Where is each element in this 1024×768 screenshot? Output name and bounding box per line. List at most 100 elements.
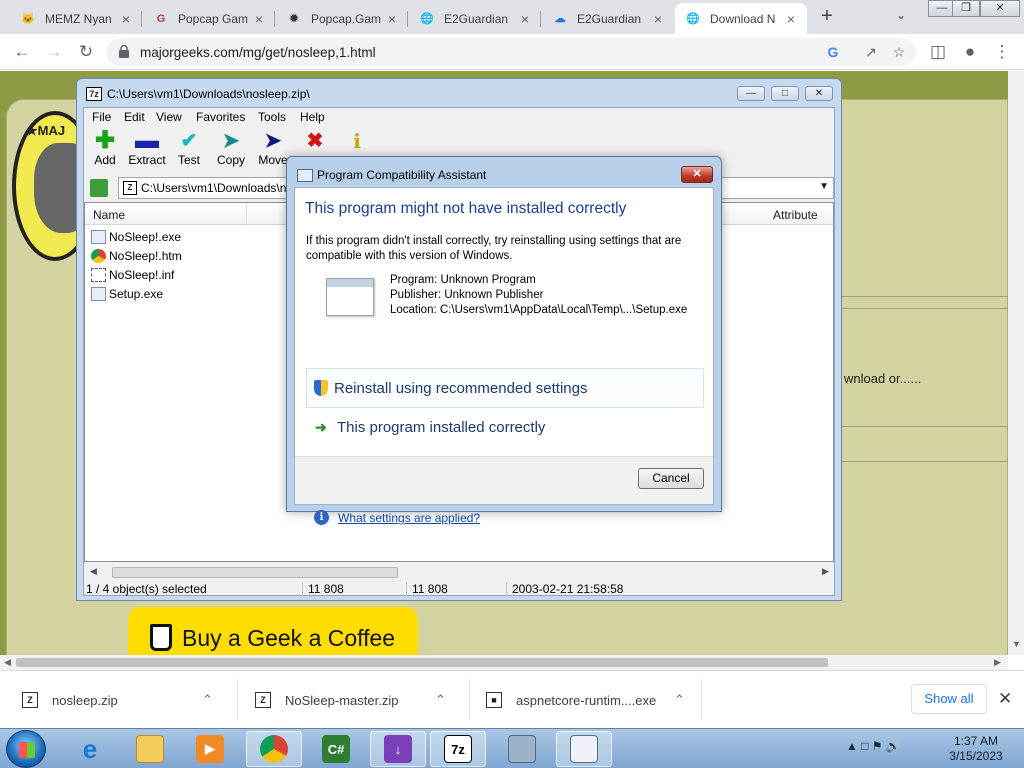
reload-button[interactable]: ↻ (74, 40, 98, 64)
extract-button[interactable]: ▬ Extract (124, 129, 170, 168)
horizontal-scroll-thumb[interactable] (16, 658, 828, 667)
tab-download-active[interactable]: 🌐 Download N × (675, 3, 807, 34)
close-icon[interactable]: × (251, 11, 267, 27)
menu-edit[interactable]: Edit (124, 110, 145, 124)
delete-button[interactable]: ✖ (292, 130, 338, 152)
installed-correctly-option[interactable]: ➜ This program installed correctly (306, 411, 704, 447)
tab-popcap-1[interactable]: G Popcap Gam × (143, 3, 275, 34)
download-item-nosleep-zip[interactable]: Z nosleep.zip ⌃ (22, 671, 213, 729)
menu-view[interactable]: View (156, 110, 182, 124)
start-button[interactable] (6, 730, 46, 768)
close-icon[interactable]: × (517, 11, 533, 27)
file-row[interactable]: NoSleep!.inf (91, 265, 174, 284)
scroll-right-arrow-icon[interactable]: ▶ (822, 566, 829, 577)
menu-help[interactable]: Help (300, 110, 325, 124)
settings-applied-link[interactable]: What settings are applied? (338, 511, 480, 525)
7zip-close-button[interactable]: ✕ (805, 86, 833, 101)
url-text: majorgeeks.com/mg/get/nosleep,1.html (140, 45, 376, 60)
file-row[interactable]: NoSleep!.htm (91, 246, 182, 265)
taskbar-explorer[interactable] (122, 731, 178, 767)
column-attributes-header[interactable]: Attribute (773, 208, 818, 222)
tab-e2guardian-2[interactable]: ☁ E2Guardian × (542, 3, 674, 34)
tab-popcap-2[interactable]: ✹ Popcap.Gam × (276, 3, 408, 34)
bookmark-star-icon[interactable]: ☆ (890, 43, 908, 61)
chevron-up-icon[interactable]: ⌃ (674, 692, 685, 708)
file-row[interactable]: Setup.exe (91, 284, 163, 303)
copy-button[interactable]: ➤ Copy (208, 130, 254, 167)
cancel-button[interactable]: Cancel (638, 468, 704, 489)
tab-title: E2Guardian (444, 11, 509, 26)
profile-avatar-icon[interactable]: ● (958, 40, 982, 64)
close-icon[interactable]: × (384, 11, 400, 27)
file-row[interactable]: NoSleep!.exe (91, 227, 181, 246)
scroll-left-arrow-icon[interactable]: ◀ (90, 566, 97, 577)
address-bar[interactable]: majorgeeks.com/mg/get/nosleep,1.html G ↗… (106, 38, 916, 66)
buy-coffee-button[interactable]: Buy a Geek a Coffee (128, 607, 418, 655)
close-icon[interactable]: × (783, 11, 799, 27)
page-horizontal-scrollbar[interactable]: ◀ ▶ (0, 655, 1008, 670)
show-all-button[interactable]: Show all (911, 684, 987, 714)
close-icon[interactable]: × (650, 11, 666, 27)
scroll-right-arrow-icon[interactable]: ▶ (994, 657, 1001, 668)
taskbar-keyboard[interactable] (494, 731, 550, 767)
tab-e2guardian-1[interactable]: 🌐 E2Guardian × (409, 3, 541, 34)
column-name-header[interactable]: Name (93, 208, 125, 222)
share-icon[interactable]: ↗ (862, 43, 880, 61)
menu-file[interactable]: File (92, 110, 111, 124)
new-tab-button[interactable]: + (816, 6, 838, 28)
7zip-title-bar[interactable]: 7z C:\Users\vm1\Downloads\nosleep.zip\ —… (77, 79, 841, 107)
folder-up-icon[interactable] (90, 179, 108, 197)
menu-tools[interactable]: Tools (258, 110, 286, 124)
restore-button[interactable]: ❐ (952, 0, 980, 17)
tab-title: MEMZ Nyan (45, 11, 112, 26)
taskbar-7zip[interactable]: 7z (430, 731, 486, 767)
download-item-nosleep-master[interactable]: Z NoSleep-master.zip ⌃ (255, 671, 446, 729)
taskbar-chrome[interactable] (246, 731, 302, 767)
reinstall-recommended-option[interactable]: Reinstall using recommended settings (306, 368, 704, 408)
close-icon[interactable]: × (118, 11, 134, 27)
scroll-down-arrow-icon[interactable]: ▼ (1012, 639, 1021, 649)
download-filename: nosleep.zip (52, 692, 118, 708)
close-download-bar-icon[interactable]: ✕ (998, 689, 1012, 709)
add-button[interactable]: ✚ Add (82, 129, 128, 168)
tab-memz[interactable]: 🐱 MEMZ Nyan × (10, 3, 142, 34)
cloud-icon: ☁ (554, 13, 566, 25)
pinwheel-icon: ✹ (289, 13, 299, 25)
taskbar-clock[interactable]: 1:37 AM 3/15/2023 (944, 734, 1008, 764)
scroll-thumb[interactable] (112, 567, 398, 578)
taskbar-ie[interactable]: e (62, 731, 118, 767)
file-name: NoSleep!.inf (109, 267, 175, 282)
program-window-icon (326, 278, 374, 316)
tab-search-chevron-icon[interactable]: ⌄ (896, 8, 906, 22)
info-button[interactable]: i (334, 130, 380, 152)
7zip-minimize-button[interactable]: — (737, 86, 765, 101)
dialog-body: This program might not have installed co… (294, 187, 714, 525)
download-item-aspnetcore[interactable]: ■ aspnetcore-runtim....exe ⌃ (486, 671, 685, 729)
dropdown-arrow-icon[interactable]: ▼ (819, 181, 829, 192)
taskbar-csharp[interactable]: C# (308, 731, 364, 767)
side-panel-icon[interactable]: ◫ (926, 40, 950, 64)
google-icon[interactable]: G (824, 43, 842, 61)
taskbar-visual-studio[interactable]: ↓ (370, 731, 426, 767)
7zip-maximize-button[interactable]: □ (771, 86, 799, 101)
chevron-up-icon[interactable]: ⌃ (435, 692, 446, 708)
system-tray-icons[interactable]: ▲ □ ⚑ 🔊 (846, 739, 901, 753)
7zip-horizontal-scrollbar[interactable]: ◀ ▶ (84, 564, 834, 581)
7zip-path-text: C:\Users\vm1\Downloads\n (141, 181, 287, 195)
scroll-left-arrow-icon[interactable]: ◀ (4, 657, 11, 668)
reinstall-option-label: Reinstall using recommended settings (334, 380, 588, 397)
menu-favorites[interactable]: Favorites (196, 110, 245, 124)
close-window-button[interactable]: ✕ (980, 0, 1020, 17)
menu-kebab-icon[interactable]: ⋮ (990, 40, 1014, 64)
dialog-close-button[interactable]: ✕ (681, 166, 713, 183)
zip-icon: Z (123, 181, 137, 195)
taskbar-media-player[interactable]: ▶ (182, 731, 238, 767)
back-button[interactable]: ← (10, 40, 34, 64)
status-selected: 1 / 4 object(s) selected (86, 582, 207, 596)
internet-explorer-icon: e (82, 733, 98, 764)
page-vertical-scrollbar[interactable]: ▼ (1008, 71, 1024, 655)
test-button[interactable]: ✔ Test (166, 130, 212, 167)
forward-button[interactable]: → (42, 40, 66, 64)
taskbar-notepad[interactable] (556, 731, 612, 767)
chevron-up-icon[interactable]: ⌃ (202, 692, 213, 708)
